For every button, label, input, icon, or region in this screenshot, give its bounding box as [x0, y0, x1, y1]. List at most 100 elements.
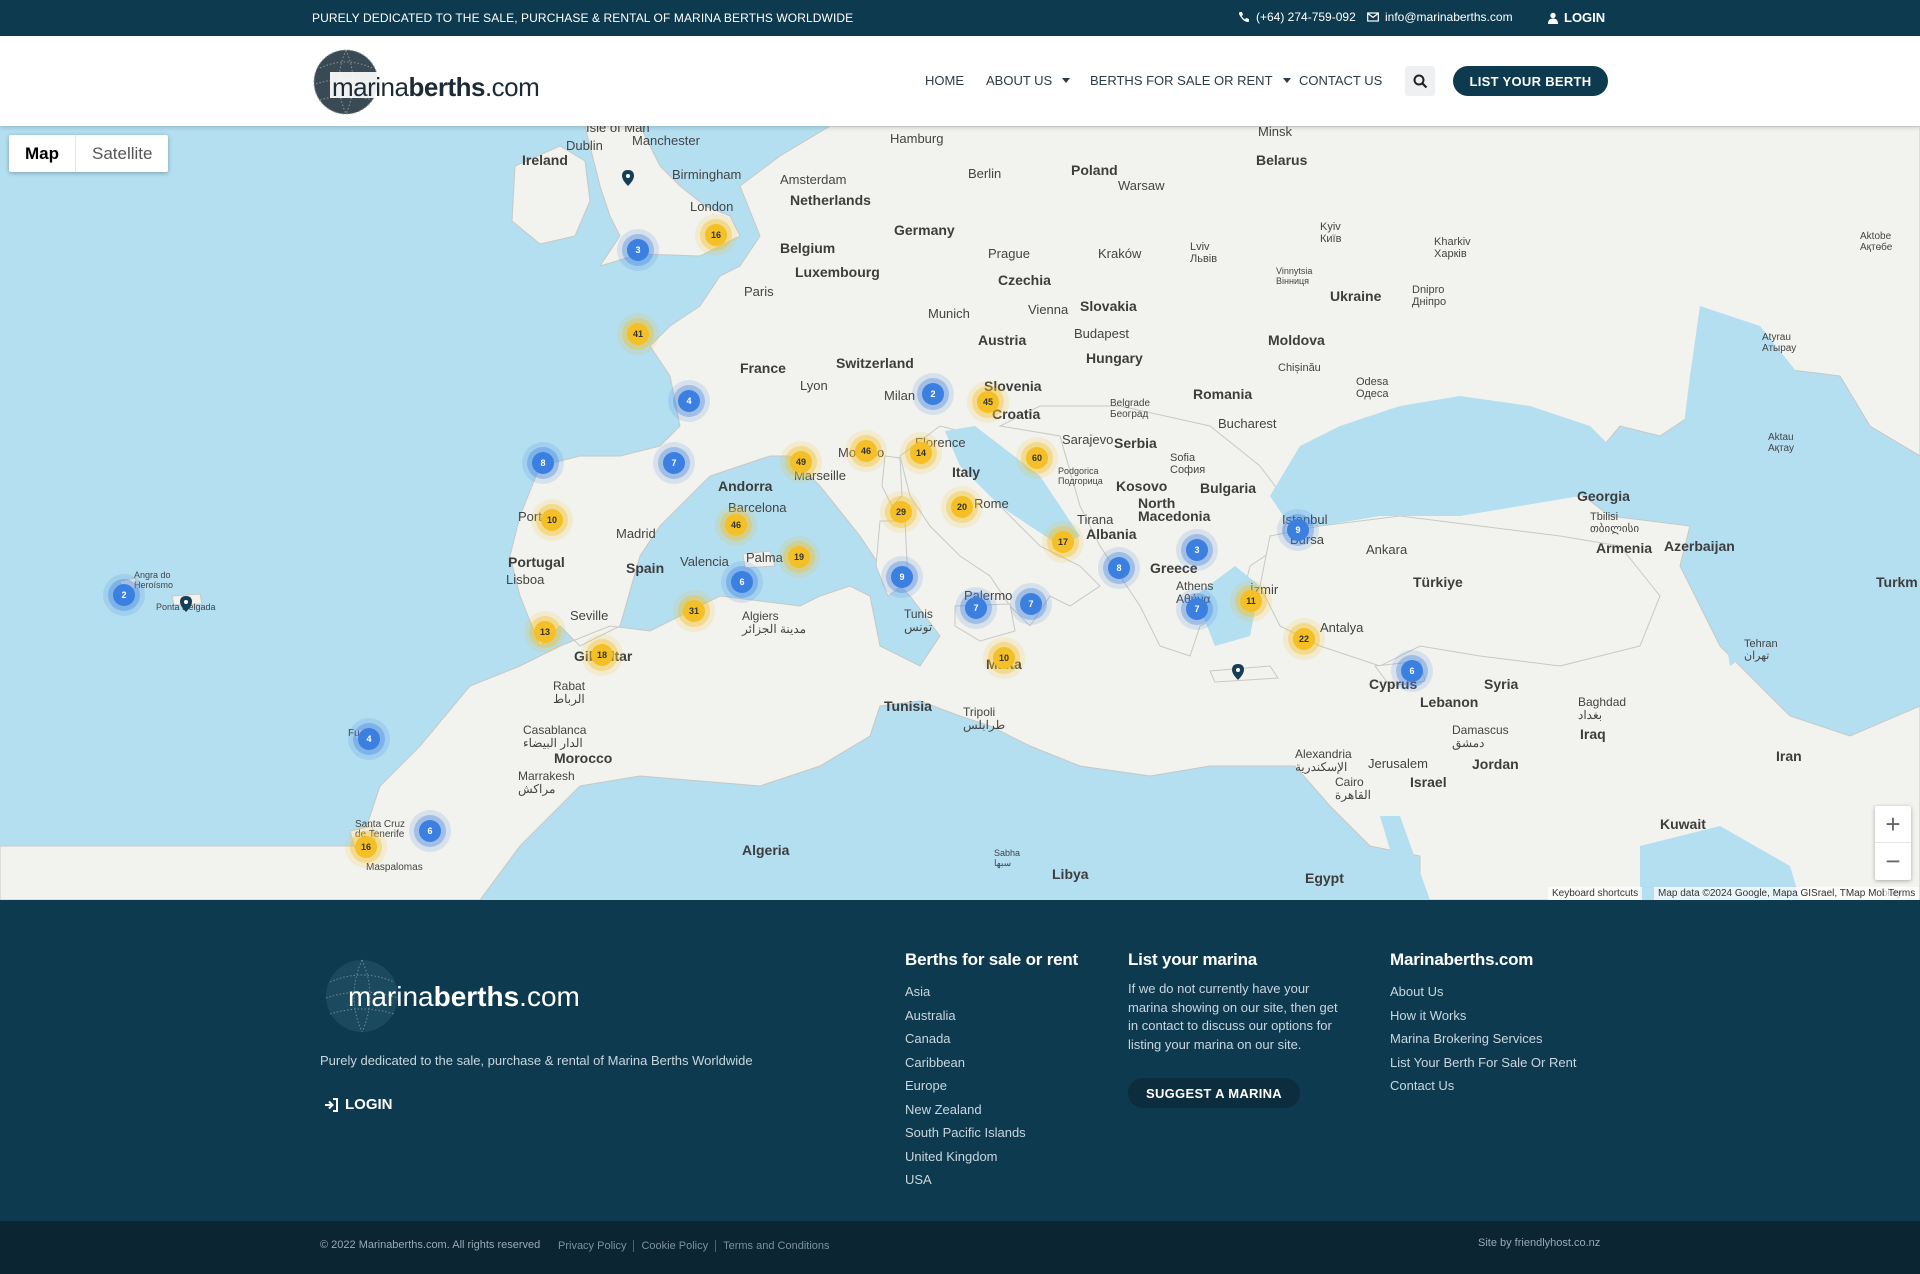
map-label: Iran	[1776, 748, 1802, 764]
map-pin-icon[interactable]	[622, 170, 634, 186]
logo-tld: .com	[519, 981, 580, 1012]
map-cluster-marker[interactable]: 7	[663, 452, 685, 474]
footer-link-how-it-works[interactable]: How it Works	[1390, 1004, 1576, 1028]
footer-link-caribbean[interactable]: Caribbean	[905, 1051, 1078, 1075]
map-label: Germany	[894, 222, 955, 238]
footer-link-about[interactable]: About Us	[1390, 980, 1576, 1004]
map-cluster-marker[interactable]: 19	[788, 546, 810, 568]
map-cluster-marker[interactable]: 10	[993, 647, 1015, 669]
map-cluster-marker[interactable]: 22	[1293, 628, 1315, 650]
privacy-policy-link[interactable]: Privacy Policy	[558, 1240, 633, 1252]
list-your-berth-button[interactable]: LIST YOUR BERTH	[1453, 66, 1608, 96]
map-cluster-marker[interactable]: 8	[1108, 557, 1130, 579]
map-cluster-marker[interactable]: 9	[1287, 519, 1309, 541]
map-cluster-marker[interactable]: 49	[790, 451, 812, 473]
suggest-marina-button[interactable]: SUGGEST A MARINA	[1128, 1078, 1300, 1108]
map-cluster-marker[interactable]: 11	[1240, 590, 1262, 612]
zoom-out-button[interactable]: −	[1875, 843, 1911, 880]
map-cluster-marker[interactable]: 60	[1026, 447, 1048, 469]
site-logo[interactable]: marinaberths.com	[312, 46, 542, 118]
map-label: Switzerland	[836, 355, 914, 371]
map-label: Valencia	[680, 554, 729, 569]
map-cluster-marker[interactable]: 41	[627, 323, 649, 345]
search-button[interactable]	[1405, 66, 1435, 96]
map-cluster-marker[interactable]: 31	[683, 600, 705, 622]
map-label: Tunisia	[884, 698, 932, 714]
legal-links: Privacy Policy Cookie Policy Terms and C…	[558, 1240, 837, 1252]
map-cluster-marker[interactable]: 2	[922, 383, 944, 405]
map-cluster-marker[interactable]: 16	[355, 836, 377, 858]
map-cluster-marker[interactable]: 13	[534, 621, 556, 643]
map-cluster-marker[interactable]: 45	[977, 391, 999, 413]
map-cluster-marker[interactable]: 18	[591, 644, 613, 666]
map-label: Azerbaijan	[1664, 538, 1735, 554]
keyboard-shortcuts-link[interactable]: Keyboard shortcuts	[1548, 887, 1643, 900]
footer-link-asia[interactable]: Asia	[905, 980, 1078, 1004]
map-cluster-marker[interactable]: 29	[890, 501, 912, 523]
site-credit-link[interactable]: Site by friendlyhost.co.nz	[1478, 1237, 1600, 1249]
logo-bold: berths	[433, 981, 520, 1012]
map-terms-link[interactable]: Terms	[1884, 887, 1920, 900]
map-label: Moldova	[1268, 332, 1325, 348]
map-type-satellite-button[interactable]: Satellite	[76, 135, 168, 172]
map-cluster-marker[interactable]: 4	[358, 728, 380, 750]
map-cluster-marker[interactable]: 46	[855, 440, 877, 462]
footer-link-south-pacific[interactable]: South Pacific Islands	[905, 1121, 1078, 1145]
footer-link-canada[interactable]: Canada	[905, 1027, 1078, 1051]
footer-link-europe[interactable]: Europe	[905, 1074, 1078, 1098]
map-label: Romania	[1193, 386, 1253, 402]
map-label: Tirana	[1077, 512, 1114, 527]
footer-login-link[interactable]: LOGIN	[324, 1096, 393, 1113]
map-cluster-marker[interactable]: 14	[910, 442, 932, 464]
zoom-in-button[interactable]: +	[1875, 806, 1911, 843]
phone-link[interactable]: (+64) 274-759-092	[1238, 10, 1356, 24]
nav-contact[interactable]: CONTACT US	[1299, 73, 1382, 88]
map-type-map-button[interactable]: Map	[9, 135, 76, 172]
map-cluster-marker[interactable]: 46	[725, 514, 747, 536]
footer-link-list-berth[interactable]: List Your Berth For Sale Or Rent	[1390, 1051, 1576, 1075]
map-cluster-marker[interactable]: 20	[951, 496, 973, 518]
map-cluster-marker[interactable]: 4	[678, 390, 700, 412]
map-label: Syria	[1484, 676, 1519, 692]
map-cluster-marker[interactable]: 9	[891, 566, 913, 588]
terms-link[interactable]: Terms and Conditions	[715, 1240, 836, 1252]
map-label: Slovakia	[1080, 298, 1137, 314]
map-pin-icon[interactable]	[1232, 664, 1244, 680]
cookie-policy-link[interactable]: Cookie Policy	[633, 1240, 715, 1252]
nav-berths[interactable]: BERTHS FOR SALE OR RENT	[1090, 73, 1291, 88]
map-cluster-marker[interactable]: 8	[532, 452, 554, 474]
footer-link-contact[interactable]: Contact Us	[1390, 1074, 1576, 1098]
footer-link-australia[interactable]: Australia	[905, 1004, 1078, 1028]
email-link[interactable]: info@marinaberths.com	[1367, 10, 1513, 24]
map-cluster-marker[interactable]: 17	[1052, 531, 1074, 553]
map-label: Casablanca الدار البيضاء	[523, 723, 587, 750]
map-label: Seville	[570, 608, 609, 623]
map-label: Tbilisi თბილისი	[1590, 511, 1640, 535]
map-cluster-marker[interactable]: 2	[113, 584, 135, 606]
map-pin-icon[interactable]	[180, 596, 192, 612]
footer-list-title: List your marina	[1128, 950, 1258, 969]
footer-link-united-kingdom[interactable]: United Kingdom	[905, 1145, 1078, 1169]
nav-home[interactable]: HOME	[925, 73, 964, 88]
envelope-icon	[1367, 12, 1379, 22]
map-cluster-marker[interactable]: 7	[1020, 593, 1042, 615]
footer-link-new-zealand[interactable]: New Zealand	[905, 1098, 1078, 1122]
map-cluster-marker[interactable]: 16	[705, 224, 727, 246]
map-cluster-marker[interactable]: 6	[419, 820, 441, 842]
map-label: Ireland	[522, 152, 568, 168]
footer-logo[interactable]: marinaberths.com	[322, 956, 602, 1036]
email-address: info@marinaberths.com	[1385, 10, 1513, 24]
nav-about[interactable]: ABOUT US	[986, 73, 1071, 88]
map-cluster-marker[interactable]: 6	[1401, 660, 1423, 682]
map-view[interactable]: Map Satellite Ireland Dublin Isle of Man…	[0, 126, 1920, 900]
login-link-top[interactable]: LOGIN	[1547, 10, 1605, 25]
map-cluster-marker[interactable]: 3	[1186, 539, 1208, 561]
map-cluster-marker[interactable]: 3	[627, 239, 649, 261]
map-cluster-marker[interactable]: 6	[731, 571, 753, 593]
footer-site-column: Marinaberths.com About Us How it Works M…	[1390, 950, 1576, 1098]
map-cluster-marker[interactable]: 10	[541, 509, 563, 531]
footer-link-usa[interactable]: USA	[905, 1168, 1078, 1192]
map-cluster-marker[interactable]: 7	[965, 597, 987, 619]
footer-link-brokering[interactable]: Marina Brokering Services	[1390, 1027, 1576, 1051]
map-cluster-marker[interactable]: 7	[1186, 598, 1208, 620]
